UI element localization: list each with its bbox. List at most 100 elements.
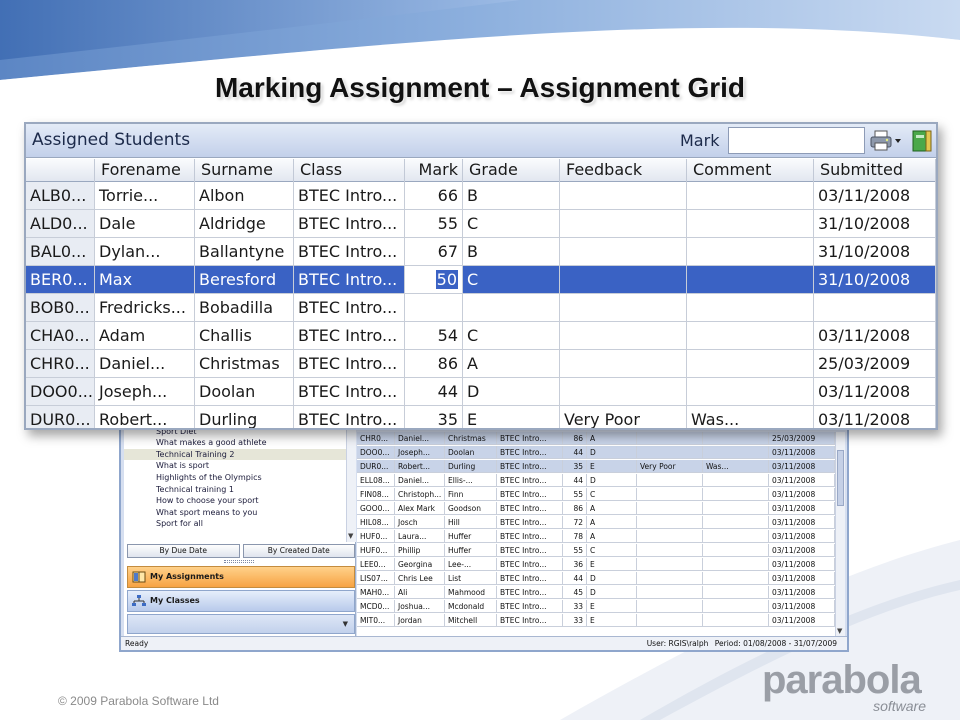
cell-comment[interactable]: [687, 210, 814, 237]
cell-comment: [703, 432, 769, 445]
table-row[interactable]: GOO0... Alex Mark Goodson BTEC Intro... 86 A 0…: [357, 502, 835, 515]
tree-item[interactable]: How to choose your sport: [124, 495, 346, 507]
table-row[interactable]: DOO0... Joseph... Doolan BTEC Intro... 44 D 03…: [357, 446, 835, 459]
cell-class: BTEC Intro...: [497, 446, 563, 459]
cell-feedback[interactable]: [560, 378, 687, 405]
table-row[interactable]: HIL08... Josch Hill BTEC Intro... 72 A 03/11/2…: [357, 516, 835, 529]
chevron-down-icon[interactable]: ▼: [343, 620, 348, 628]
column-header-forename[interactable]: Forename: [95, 159, 195, 182]
table-row[interactable]: MCD0... Joshua... Mcdonald BTEC Intro... 33 E…: [357, 600, 835, 613]
table-row[interactable]: HUF0... Laura... Huffer BTEC Intro... 78 A 03/…: [357, 530, 835, 543]
table-row[interactable]: ALB0... Torrie... Albon BTEC Intro... 66 B 03/…: [26, 182, 936, 210]
column-header-grade[interactable]: Grade: [463, 159, 560, 182]
cell-feedback[interactable]: [560, 322, 687, 349]
cell-comment[interactable]: [687, 322, 814, 349]
cell-feedback[interactable]: [560, 350, 687, 377]
cell-grade: E: [587, 460, 637, 473]
mark-edit-value[interactable]: 50: [435, 270, 458, 289]
nav-my-classes[interactable]: My Classes: [127, 590, 355, 612]
cell-mark[interactable]: 54: [405, 322, 463, 349]
sort-by-created-date-button[interactable]: By Created Date: [242, 544, 355, 558]
cell-comment[interactable]: [687, 238, 814, 265]
column-header-submitted[interactable]: Submitted: [814, 159, 936, 182]
grid-scroll-thumb[interactable]: [837, 450, 844, 506]
splitter-grip[interactable]: [224, 560, 254, 563]
cell-comment: [703, 502, 769, 515]
tree-item[interactable]: Technical training 1: [124, 484, 346, 496]
cell-forename: Jordan: [395, 614, 445, 627]
cell-class: BTEC Intro...: [497, 586, 563, 599]
cell-feedback[interactable]: [560, 294, 687, 321]
cell-mark[interactable]: 44: [405, 378, 463, 405]
table-row[interactable]: CHA0... Adam Challis BTEC Intro... 54 C 03/11/…: [26, 322, 936, 350]
cell-mark[interactable]: 55: [405, 210, 463, 237]
table-row[interactable]: DUR0... Robert... Durling BTEC Intro... 35 E V…: [26, 406, 936, 428]
column-header-mark[interactable]: Mark: [405, 159, 463, 182]
table-row[interactable]: LEE0... Georgina Lee-... BTEC Intro... 36 E 03…: [357, 558, 835, 571]
scroll-down-icon[interactable]: ▼: [348, 532, 353, 540]
tree-item[interactable]: What sport means to you: [124, 507, 346, 519]
tree-item[interactable]: Sport for all: [124, 518, 346, 530]
table-row[interactable]: BAL0... Dylan... Ballantyne BTEC Intro... 67…: [26, 238, 936, 266]
column-header-surname[interactable]: Surname: [195, 159, 294, 182]
nav-my-assignments[interactable]: My Assignments: [127, 566, 355, 588]
cell-comment[interactable]: [687, 378, 814, 405]
table-row[interactable]: FIN08... Christoph... Finn BTEC Intro... 55 C…: [357, 488, 835, 501]
column-header-key[interactable]: [26, 159, 95, 182]
cell-mark[interactable]: 66: [405, 182, 463, 209]
cell-feedback[interactable]: [560, 210, 687, 237]
table-row[interactable]: DUR0... Robert... Durling BTEC Intro... 35 E V…: [357, 460, 835, 473]
cell-feedback[interactable]: [560, 182, 687, 209]
table-row[interactable]: HUF0... Phillip Huffer BTEC Intro... 55 C 03/1…: [357, 544, 835, 557]
nav-overflow[interactable]: ▼: [127, 614, 355, 634]
cell-surname: List: [445, 572, 497, 585]
tree-item[interactable]: Highlights of the Olympics: [124, 472, 346, 484]
column-header-class[interactable]: Class: [294, 159, 405, 182]
cell-submitted: 03/11/2008: [769, 488, 835, 501]
scroll-down-icon[interactable]: ▼: [837, 627, 842, 635]
cell-mark[interactable]: [405, 294, 463, 321]
cell-mark[interactable]: 86: [405, 350, 463, 377]
cell-mark[interactable]: 35: [405, 406, 463, 428]
table-row[interactable]: MAH0... Ali Mahmood BTEC Intro... 45 D 03/11/2…: [357, 586, 835, 599]
cell-mark[interactable]: 50: [405, 266, 463, 293]
tree-scrollbar[interactable]: ▼: [346, 414, 356, 542]
cell-comment[interactable]: Was...: [687, 406, 814, 428]
cell-submitted: 03/11/2008: [769, 586, 835, 599]
cell-key: MCD0...: [357, 600, 395, 613]
export-book-icon[interactable]: [911, 129, 933, 153]
mark-input[interactable]: [728, 127, 865, 154]
print-icon[interactable]: [870, 130, 904, 152]
cell-mark[interactable]: 67: [405, 238, 463, 265]
table-row[interactable]: ALD0... Dale Aldridge BTEC Intro... 55 C 31/10…: [26, 210, 936, 238]
cell-feedback[interactable]: Very Poor: [560, 406, 687, 428]
table-row[interactable]: ELL08... Daniel... Ellis-... BTEC Intro... 4…: [357, 474, 835, 487]
tree-item[interactable]: What is sport: [124, 460, 346, 472]
cell-feedback: [637, 572, 703, 585]
cell-comment[interactable]: [687, 294, 814, 321]
table-row[interactable]: CHR0... Daniel... Christmas BTEC Intro... 86…: [357, 432, 835, 445]
cell-feedback[interactable]: [560, 238, 687, 265]
column-header-feedback[interactable]: Feedback: [560, 159, 687, 182]
cell-comment[interactable]: [687, 350, 814, 377]
cell-grade: A: [587, 432, 637, 445]
grid-scrollbar[interactable]: ▼: [835, 432, 845, 636]
table-row[interactable]: LIS07... Chris Lee List BTEC Intro... 44 D 03/…: [357, 572, 835, 585]
cell-surname: Finn: [445, 488, 497, 501]
cell-class: BTEC Intro...: [497, 516, 563, 529]
cell-feedback[interactable]: [560, 266, 687, 293]
tree-item[interactable]: Technical Training 2: [124, 448, 346, 461]
cell-comment[interactable]: [687, 182, 814, 209]
sort-by-due-date-button[interactable]: By Due Date: [127, 544, 240, 558]
tree-item[interactable]: What makes a good athlete: [124, 437, 346, 449]
cell-comment[interactable]: [687, 266, 814, 293]
assignments-book-icon: [132, 571, 146, 583]
table-row[interactable]: BOB0... Fredricks... Bobadilla BTEC Intro..…: [26, 294, 936, 322]
table-row[interactable]: MIT0... Jordan Mitchell BTEC Intro... 33 E 03/…: [357, 614, 835, 627]
column-header-comment[interactable]: Comment: [687, 159, 814, 182]
table-row[interactable]: CHR0... Daniel... Christmas BTEC Intro... 86…: [26, 350, 936, 378]
table-row[interactable]: BER0... Max Beresford BTEC Intro... 50 C 31/10…: [26, 266, 936, 294]
cell-surname: Aldridge: [195, 210, 294, 237]
cell-key: CHR0...: [357, 432, 395, 445]
table-row[interactable]: DOO0... Joseph... Doolan BTEC Intro... 44 D 03…: [26, 378, 936, 406]
